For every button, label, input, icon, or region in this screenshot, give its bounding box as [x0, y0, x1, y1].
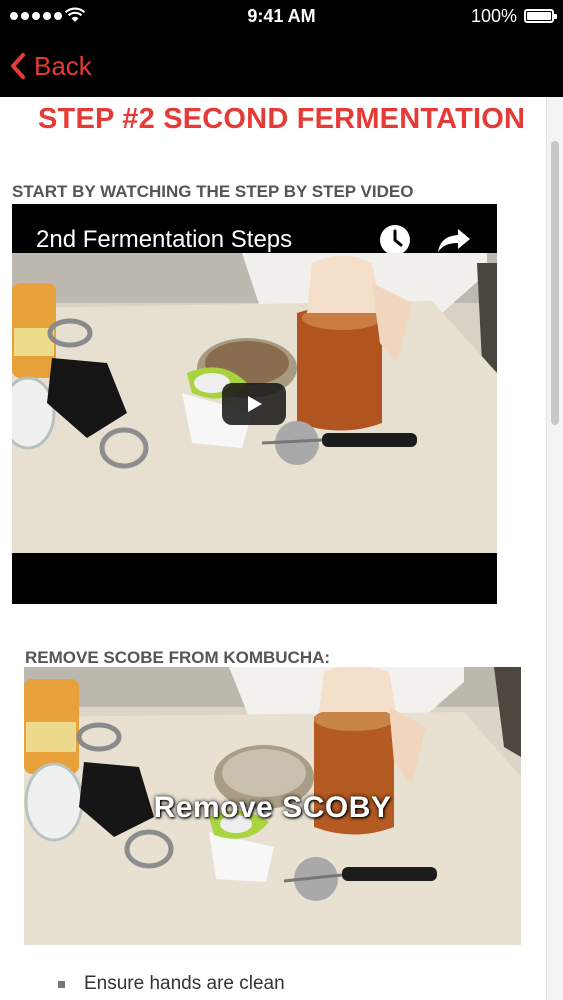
- scrollbar-thumb[interactable]: [551, 141, 559, 425]
- video-player[interactable]: 2nd Fermentation Steps: [12, 204, 497, 604]
- bullet-icon: [58, 980, 65, 988]
- back-button[interactable]: Back: [10, 48, 92, 84]
- battery-percent: 100%: [470, 6, 517, 26]
- page-title: STEP #2 SECOND FERMENTATION: [38, 103, 526, 135]
- list-item: Ensure hands are clean: [58, 973, 285, 995]
- image-caption-overlay: Remove SCOBY: [153, 791, 392, 824]
- chevron-left-icon: [11, 53, 25, 79]
- video-title[interactable]: 2nd Fermentation Steps: [36, 226, 292, 254]
- battery-icon: [524, 9, 557, 23]
- list-item-text: Ensure hands are clean: [84, 973, 285, 994]
- top-bar: 9:41 AM 100% Back: [0, 0, 563, 97]
- remove-scoby-image: Remove SCOBY: [24, 667, 521, 945]
- remove-scoby-heading: REMOVE SCOBE FROM KOMBUCHA:: [25, 648, 331, 667]
- back-label: Back: [34, 50, 92, 81]
- play-icon: [248, 396, 262, 412]
- article-content: STEP #2 SECOND FERMENTATION START BY WAT…: [0, 97, 546, 1000]
- status-bar: 9:41 AM 100%: [0, 0, 563, 32]
- share-icon[interactable]: [436, 226, 472, 254]
- clock-icon[interactable]: [379, 224, 411, 256]
- video-heading: START BY WATCHING THE STEP BY STEP VIDEO: [12, 182, 414, 201]
- play-button[interactable]: [222, 383, 286, 425]
